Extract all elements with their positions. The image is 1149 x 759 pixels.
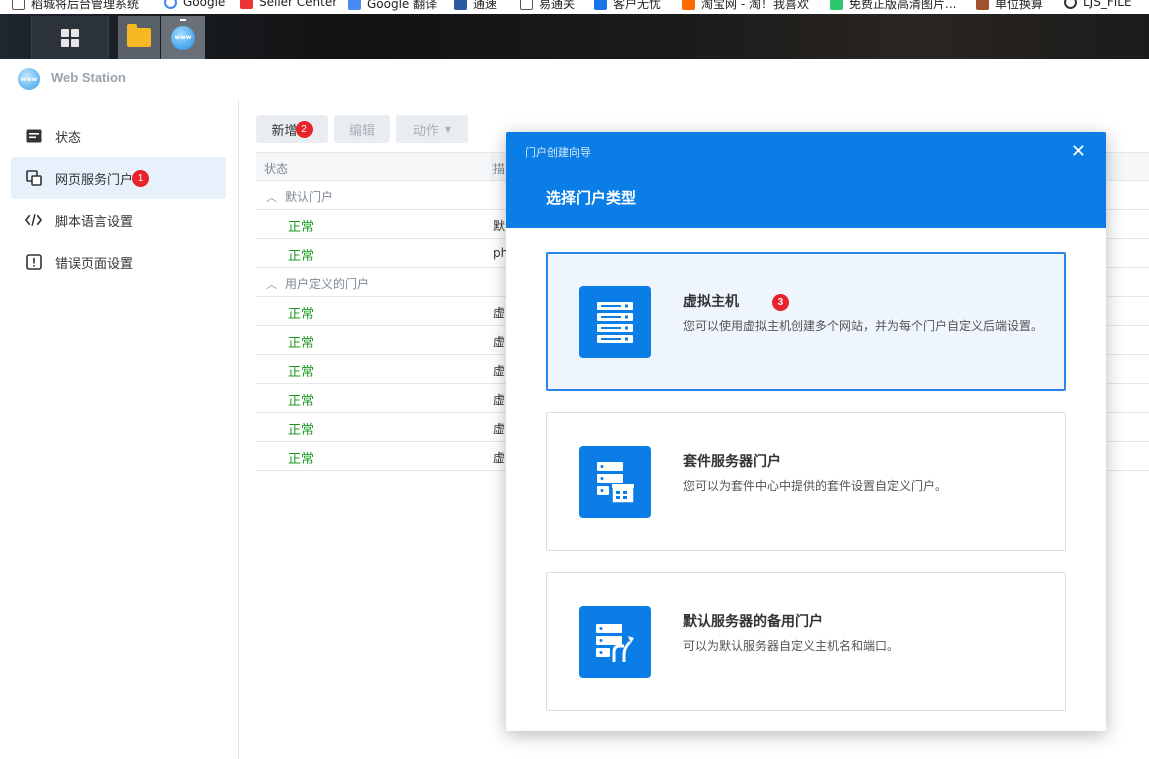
action-button-label: 动作 <box>412 123 439 139</box>
package-server-icon <box>579 446 651 518</box>
description-cell: 虚 <box>493 393 506 407</box>
option-description: 可以为默认服务器自定义主机名和端口。 <box>683 639 900 653</box>
group-label: ︿ 用户定义的门户 <box>266 277 370 291</box>
edit-button[interactable]: 编辑 <box>334 115 390 143</box>
bookmark-2[interactable]: Google <box>164 0 225 9</box>
option-virtual-host[interactable]: 虚拟主机 3 您可以使用虚拟主机创建多个网站，并为每个门户自定义后端设置。 <box>546 252 1066 391</box>
option-description: 您可以使用虚拟主机创建多个网站，并为每个门户自定义后端设置。 <box>683 319 1044 333</box>
main-menu-button[interactable] <box>31 16 109 59</box>
dialog-window-title: 门户创建向导 <box>525 146 591 159</box>
taobao-icon <box>682 0 695 10</box>
file-station-taskbar-button[interactable] <box>118 16 160 59</box>
bookmarks-bar: 稻城将后台管理系统 Google Seller Center Google 翻译… <box>0 0 1149 14</box>
status-icon <box>25 128 42 145</box>
bookmark-9[interactable]: 免费正版高清图片... <box>830 0 956 12</box>
option-package-server-portal[interactable]: 套件服务器门户 您可以为套件中心中提供的套件设置自定义门户。 <box>546 412 1066 551</box>
bookmark-4[interactable]: Google 翻译 <box>348 0 437 12</box>
status-cell: 正常 <box>288 394 315 409</box>
status-cell: 正常 <box>288 423 315 438</box>
sidebar-item-script-language[interactable]: 脚本语言设置 <box>11 199 226 241</box>
description-cell: 虚 <box>493 451 506 465</box>
status-cell: 正常 <box>288 307 315 322</box>
bookmark-5[interactable]: 通速 <box>454 0 497 12</box>
bookmark-11[interactable]: LJS_FILE <box>1064 0 1132 9</box>
caret-down-icon: ▼ <box>444 124 452 134</box>
group-label: ︿ 默认门户 <box>266 190 334 204</box>
dialog-heading: 选择门户类型 <box>546 189 637 207</box>
seller-icon <box>240 0 253 9</box>
page-icon <box>12 0 25 10</box>
taskbar: www <box>0 14 1149 59</box>
web-station-icon: www <box>171 25 195 50</box>
alternate-server-icon <box>579 606 651 678</box>
close-icon[interactable]: ✕ <box>1071 141 1086 162</box>
status-cell: 正常 <box>288 220 315 235</box>
page-icon <box>520 0 533 10</box>
sidebar-item-label: 状态 <box>55 130 82 146</box>
option-title: 虚拟主机 3 <box>683 291 789 311</box>
warning-icon <box>25 254 42 271</box>
status-cell: 正常 <box>288 365 315 380</box>
add-button[interactable]: 新增 2 <box>256 115 328 143</box>
sidebar-item-label: 错误页面设置 <box>55 256 134 272</box>
main-menu-icon <box>61 28 79 47</box>
column-header-description[interactable]: 描 <box>493 160 505 177</box>
sidebar-item-status[interactable]: 状态 <box>11 115 226 157</box>
translate-icon <box>348 0 361 10</box>
description-cell: 虚 <box>493 306 506 320</box>
option-title: 套件服务器门户 <box>683 454 781 470</box>
step-badge: 3 <box>771 294 789 311</box>
column-header-status[interactable]: 状态 <box>264 160 288 177</box>
option-title: 默认服务器的备用门户 <box>683 614 823 630</box>
status-cell: 正常 <box>288 336 315 351</box>
bookmark-3[interactable]: Seller Center <box>240 0 337 9</box>
chevron-up-icon: ︿ <box>266 191 277 204</box>
description-cell: 虚 <box>493 364 506 378</box>
calculator-icon <box>976 0 989 10</box>
page-icon <box>594 0 607 10</box>
sidebar-item-label: 脚本语言设置 <box>55 214 134 230</box>
portal-icon <box>25 170 42 187</box>
chevron-up-icon: ︿ <box>266 278 277 291</box>
web-station-taskbar-button[interactable]: www <box>161 16 205 59</box>
action-dropdown-button[interactable]: 动作 ▼ <box>396 115 468 143</box>
sidebar-item-error-page[interactable]: 错误页面设置 <box>11 241 226 283</box>
pixabay-icon <box>830 0 843 10</box>
bookmark-10[interactable]: 单位换算 <box>976 0 1043 12</box>
sidebar-item-web-portal[interactable]: 网页服务门户 1 <box>11 157 226 199</box>
app-title: Web Station <box>51 70 126 85</box>
page-icon <box>454 0 467 10</box>
bookmark-1[interactable]: 稻城将后台管理系统 <box>12 0 139 12</box>
bookmark-7[interactable]: 客户无忧 <box>594 0 661 12</box>
app-header: www Web Station <box>0 59 1149 99</box>
code-icon <box>25 212 42 229</box>
dialog-header: 门户创建向导 ✕ 选择门户类型 <box>506 132 1106 228</box>
status-cell: 正常 <box>288 452 315 467</box>
folder-icon <box>127 24 151 47</box>
description-cell: 虚 <box>493 335 506 349</box>
portal-wizard-dialog: 门户创建向导 ✕ 选择门户类型 虚拟主机 3 您可以使用虚拟主机创建多个网站，并… <box>506 132 1106 731</box>
bookmark-6[interactable]: 易通关 <box>520 0 575 12</box>
sidebar-item-label: 网页服务门户 <box>55 172 134 188</box>
option-default-server-alternate-portal[interactable]: 默认服务器的备用门户 可以为默认服务器自定义主机名和端口。 <box>546 572 1066 711</box>
link-icon <box>1064 0 1077 9</box>
server-stack-icon <box>579 286 651 358</box>
sidebar: 状态 网页服务门户 1 脚本语言设置 错误页面设置 <box>0 99 239 759</box>
status-cell: 正常 <box>288 249 315 264</box>
description-cell: 虚 <box>493 422 506 436</box>
bookmark-8[interactable]: 淘宝网 - 淘！我喜欢 <box>682 0 809 12</box>
step-badge: 1 <box>132 169 150 187</box>
description-cell: 默 <box>493 219 506 233</box>
web-station-logo-icon: www <box>18 68 40 90</box>
option-description: 您可以为套件中心中提供的套件设置自定义门户。 <box>683 479 948 493</box>
google-icon <box>164 0 177 9</box>
add-button-label: 新增 <box>271 123 298 139</box>
step-badge: 2 <box>295 120 313 138</box>
